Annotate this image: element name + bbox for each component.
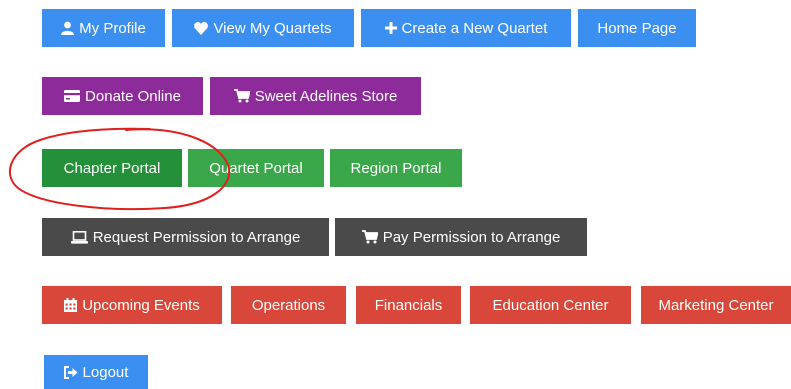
my-profile-button[interactable]: My Profile bbox=[42, 9, 165, 47]
user-icon bbox=[61, 21, 75, 35]
view-my-quartets-label: View My Quartets bbox=[213, 19, 332, 37]
operations-button[interactable]: Operations bbox=[231, 286, 346, 324]
credit-card-icon bbox=[64, 90, 81, 102]
annotation-circle bbox=[8, 127, 231, 211]
cart-icon bbox=[361, 230, 378, 244]
chapter-portal-label: Chapter Portal bbox=[63, 159, 161, 177]
operations-label: Operations bbox=[251, 296, 326, 314]
quartet-portal-label: Quartet Portal bbox=[209, 159, 303, 177]
logout-label: Logout bbox=[82, 363, 129, 381]
calendar-icon bbox=[64, 298, 78, 312]
financials-label: Financials bbox=[374, 296, 443, 314]
plus-icon bbox=[384, 22, 397, 34]
pay-permission-label: Pay Permission to Arrange bbox=[382, 228, 561, 246]
region-portal-button[interactable]: Region Portal bbox=[330, 149, 462, 187]
pay-permission-button[interactable]: Pay Permission to Arrange bbox=[335, 218, 587, 256]
laptop-icon bbox=[70, 230, 88, 244]
upcoming-events-button[interactable]: Upcoming Events bbox=[42, 286, 222, 324]
education-center-label: Education Center bbox=[492, 296, 609, 314]
financials-button[interactable]: Financials bbox=[356, 286, 461, 324]
my-profile-label: My Profile bbox=[79, 19, 146, 37]
quartet-portal-button[interactable]: Quartet Portal bbox=[188, 149, 324, 187]
upcoming-events-label: Upcoming Events bbox=[82, 296, 200, 314]
sign-out-icon bbox=[63, 365, 78, 379]
create-new-quartet-button[interactable]: Create a New Quartet bbox=[361, 9, 571, 47]
sweet-adelines-store-button[interactable]: Sweet Adelines Store bbox=[210, 77, 421, 115]
donate-online-button[interactable]: Donate Online bbox=[42, 77, 203, 115]
view-my-quartets-button[interactable]: View My Quartets bbox=[172, 9, 354, 47]
heart-icon bbox=[194, 21, 209, 35]
education-center-button[interactable]: Education Center bbox=[470, 286, 631, 324]
request-permission-label: Request Permission to Arrange bbox=[92, 228, 301, 246]
sweet-adelines-store-label: Sweet Adelines Store bbox=[254, 87, 398, 105]
donate-online-label: Donate Online bbox=[85, 87, 181, 105]
home-page-button[interactable]: Home Page bbox=[578, 9, 696, 47]
home-page-label: Home Page bbox=[597, 19, 677, 37]
marketing-center-label: Marketing Center bbox=[658, 296, 774, 314]
cart-icon bbox=[233, 89, 250, 103]
marketing-center-button[interactable]: Marketing Center bbox=[641, 286, 791, 324]
request-permission-button[interactable]: Request Permission to Arrange bbox=[42, 218, 329, 256]
region-portal-label: Region Portal bbox=[350, 159, 442, 177]
chapter-portal-button[interactable]: Chapter Portal bbox=[42, 149, 182, 187]
create-new-quartet-label: Create a New Quartet bbox=[401, 19, 548, 37]
logout-button[interactable]: Logout bbox=[44, 355, 148, 389]
